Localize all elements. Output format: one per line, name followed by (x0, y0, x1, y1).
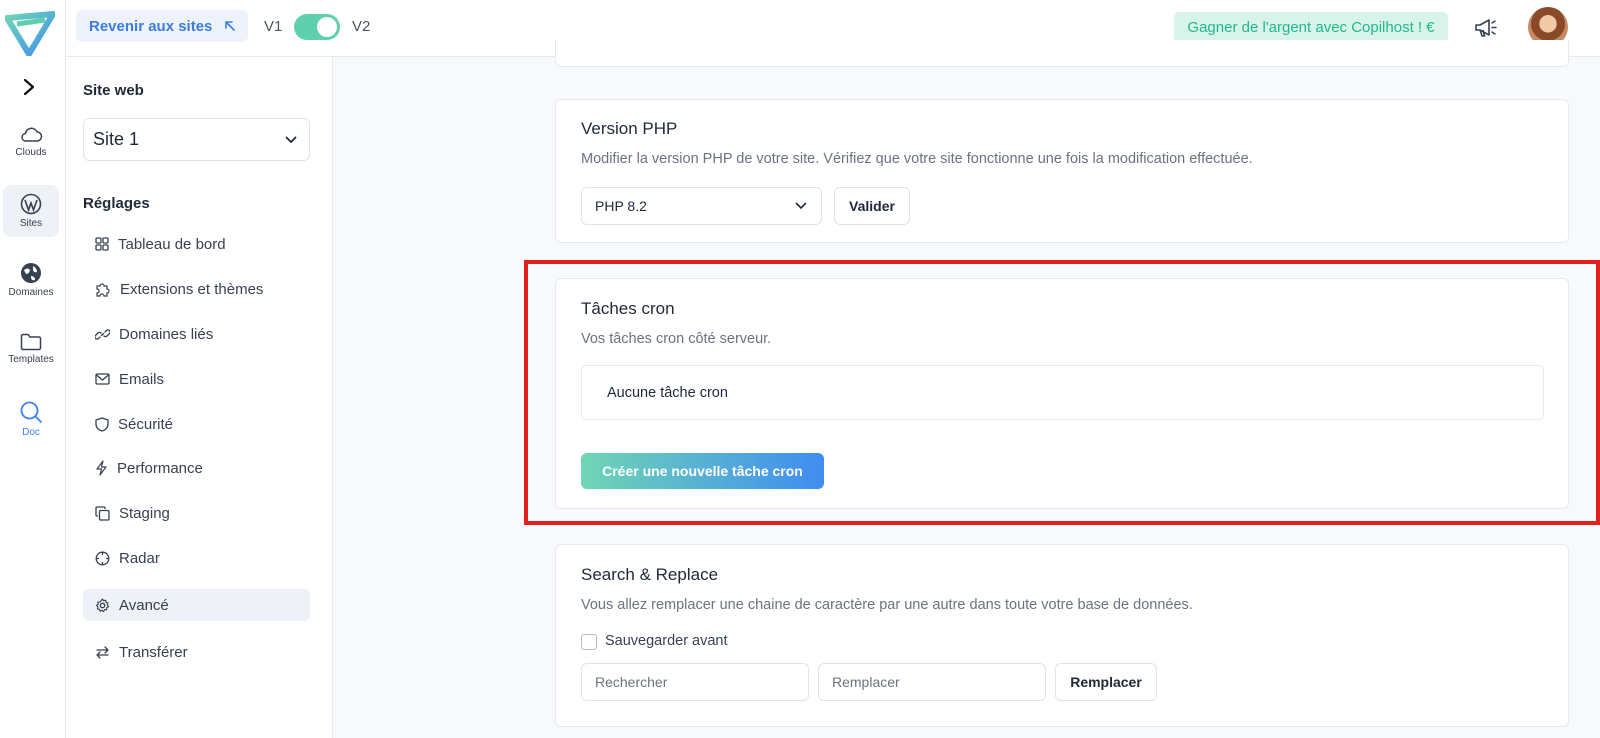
earn-money-button[interactable]: Gagner de l'argent avec Copilhost ! € (1174, 12, 1448, 42)
back-to-sites-label: Revenir aux sites (89, 17, 213, 35)
sidebar-item-transferer[interactable]: Transférer (83, 636, 310, 668)
mail-icon (95, 373, 110, 385)
search-input[interactable] (581, 663, 809, 701)
search-replace-description: Vous allez remplacer une chaine de carac… (581, 597, 1193, 613)
dashboard-icon (95, 237, 109, 251)
radar-icon (95, 551, 110, 565)
site-select[interactable]: Site 1 (83, 118, 310, 161)
cron-empty-text: Aucune tâche cron (607, 384, 728, 401)
back-to-sites-button[interactable]: Revenir aux sites (76, 10, 248, 42)
v1-label: V1 (264, 18, 283, 35)
sidebar-item-avance[interactable]: Avancé (83, 589, 310, 621)
megaphone-icon (1475, 19, 1497, 37)
sidebar-item-label: Tableau de bord (118, 235, 226, 253)
sidebar-item-label: Transférer (119, 643, 188, 661)
sidebar-item-label: Emails (119, 370, 165, 388)
cron-card-description: Vos tâches cron côté serveur. (581, 331, 772, 347)
transfer-icon (96, 645, 109, 659)
php-card-title: Version PHP (581, 119, 678, 138)
reglages-label: Réglages (83, 195, 150, 212)
search-replace-title: Search & Replace (581, 565, 719, 584)
rail-item-sites[interactable]: Sites (3, 185, 59, 237)
replace-input[interactable] (818, 663, 1046, 701)
rail-label-domaines: Domaines (8, 287, 54, 298)
sidebar-item-performance[interactable]: Performance (83, 452, 310, 484)
expand-rail-button[interactable] (14, 72, 44, 102)
cron-empty-state: Aucune tâche cron (581, 365, 1544, 420)
announcements-button[interactable] (1472, 14, 1500, 42)
sidebar-item-securite[interactable]: Sécurité (83, 408, 310, 440)
search-icon (20, 401, 42, 423)
rail-label-sites: Sites (19, 218, 43, 229)
sidebar-item-tableau-de-bord[interactable]: Tableau de bord (83, 228, 310, 260)
sidebar-item-staging[interactable]: Staging (83, 497, 310, 529)
sidebar-item-label: Domaines liés (119, 325, 214, 343)
sidebar-item-emails[interactable]: Emails (83, 363, 310, 395)
sidebar-item-label: Performance (117, 459, 203, 477)
v2-label: V2 (352, 18, 371, 35)
php-card-description: Modifier la version PHP de votre site. V… (581, 151, 1253, 167)
lightning-icon (96, 460, 107, 476)
cloud-icon (21, 127, 43, 142)
sidebar-item-extensions[interactable]: Extensions et thèmes (83, 273, 310, 305)
toggle-knob (317, 17, 337, 37)
settings-sidebar: Site web Site 1 Réglages Tableau de bord… (66, 57, 333, 738)
globe-icon (21, 263, 41, 283)
link-icon (95, 328, 110, 340)
sidebar-item-label: Extensions et thèmes (120, 280, 264, 298)
sidebar-item-label: Staging (119, 504, 170, 522)
backup-checkbox[interactable] (581, 634, 597, 650)
puzzle-icon (96, 283, 110, 297)
copilhost-logo[interactable] (4, 10, 56, 57)
php-version-select[interactable]: PHP 8.2 (581, 187, 822, 225)
nav-rail: Clouds Sites Domaines Templates Doc (0, 0, 66, 738)
chevron-right-icon (23, 78, 35, 96)
site-web-label: Site web (83, 82, 144, 99)
rail-label-templates: Templates (8, 354, 54, 365)
previous-card (555, 40, 1569, 67)
search-replace-card: Search & Replace Vous allez remplacer un… (555, 544, 1569, 727)
copy-icon (95, 505, 110, 521)
replace-button[interactable]: Remplacer (1055, 663, 1157, 701)
shield-icon (95, 416, 109, 432)
chevron-down-icon (285, 136, 297, 143)
rail-item-doc[interactable]: Doc (3, 393, 59, 445)
cron-card-title: Tâches cron (581, 299, 675, 318)
folder-icon (20, 333, 42, 351)
validate-php-button[interactable]: Valider (834, 187, 910, 225)
rail-item-clouds[interactable]: Clouds (3, 116, 59, 168)
version-toggle[interactable] (294, 14, 340, 40)
sidebar-item-label: Avancé (119, 596, 169, 614)
chevron-down-icon (795, 202, 807, 210)
sidebar-item-radar[interactable]: Radar (83, 542, 310, 574)
sidebar-item-label: Sécurité (118, 415, 174, 433)
backup-label: Sauvegarder avant (605, 633, 728, 649)
cron-card: Tâches cron Vos tâches cron côté serveur… (555, 278, 1569, 509)
rail-label-clouds: Clouds (15, 147, 47, 158)
arrow-up-left-icon (225, 21, 236, 31)
rail-item-domaines[interactable]: Domaines (3, 254, 59, 306)
create-cron-button[interactable]: Créer une nouvelle tâche cron (581, 453, 824, 489)
gear-icon (95, 597, 110, 612)
sidebar-item-label: Radar (119, 549, 160, 567)
wordpress-icon (20, 193, 42, 215)
rail-label-doc: Doc (22, 427, 40, 438)
rail-item-templates[interactable]: Templates (3, 323, 59, 375)
sidebar-item-domaines-lies[interactable]: Domaines liés (83, 318, 310, 350)
php-version-value: PHP 8.2 (595, 198, 647, 214)
php-version-card: Version PHP Modifier la version PHP de v… (555, 99, 1569, 243)
site-select-value: Site 1 (93, 129, 140, 149)
